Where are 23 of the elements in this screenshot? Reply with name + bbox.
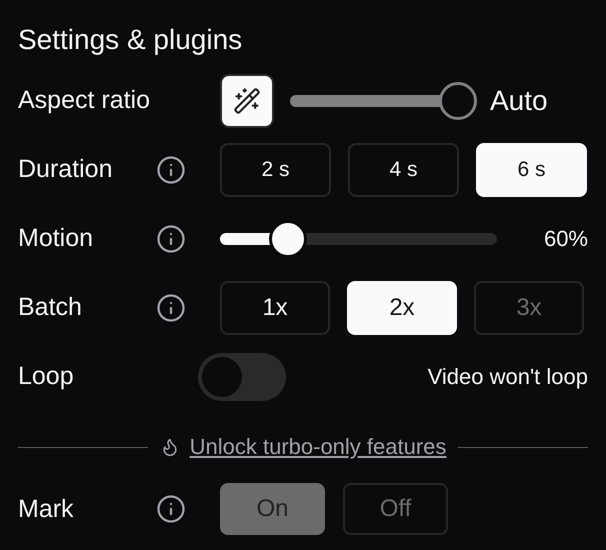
aspect-value: Auto — [490, 84, 548, 116]
motion-value: 60% — [544, 226, 588, 252]
loop-toggle[interactable] — [198, 352, 286, 400]
setting-label: Loop — [18, 362, 75, 391]
option-button[interactable]: 2x — [347, 280, 457, 334]
auto-button[interactable] — [220, 74, 274, 128]
option-button[interactable]: 2 s — [220, 142, 331, 196]
setting-label: Mark — [18, 494, 75, 524]
option-button[interactable]: 4 s — [348, 142, 459, 196]
info-icon[interactable] — [156, 154, 186, 184]
loop-status: Video won't loop — [428, 364, 588, 390]
info-icon[interactable] — [156, 224, 186, 254]
option-button[interactable]: 1x — [220, 280, 330, 334]
info-icon[interactable] — [156, 292, 186, 322]
setting-label: Motion — [18, 224, 94, 253]
setting-label: Batch — [18, 293, 83, 322]
option-button[interactable]: 6 s — [476, 142, 587, 196]
setting-label: Duration — [18, 155, 114, 184]
setting-label: Aspect ratio — [18, 86, 152, 115]
slider-thumb[interactable] — [439, 82, 477, 120]
section-title: Settings & plugins — [18, 23, 244, 57]
turbo-link[interactable]: Unlock turbo-only features — [190, 434, 446, 460]
magic-wand-icon — [233, 86, 261, 114]
